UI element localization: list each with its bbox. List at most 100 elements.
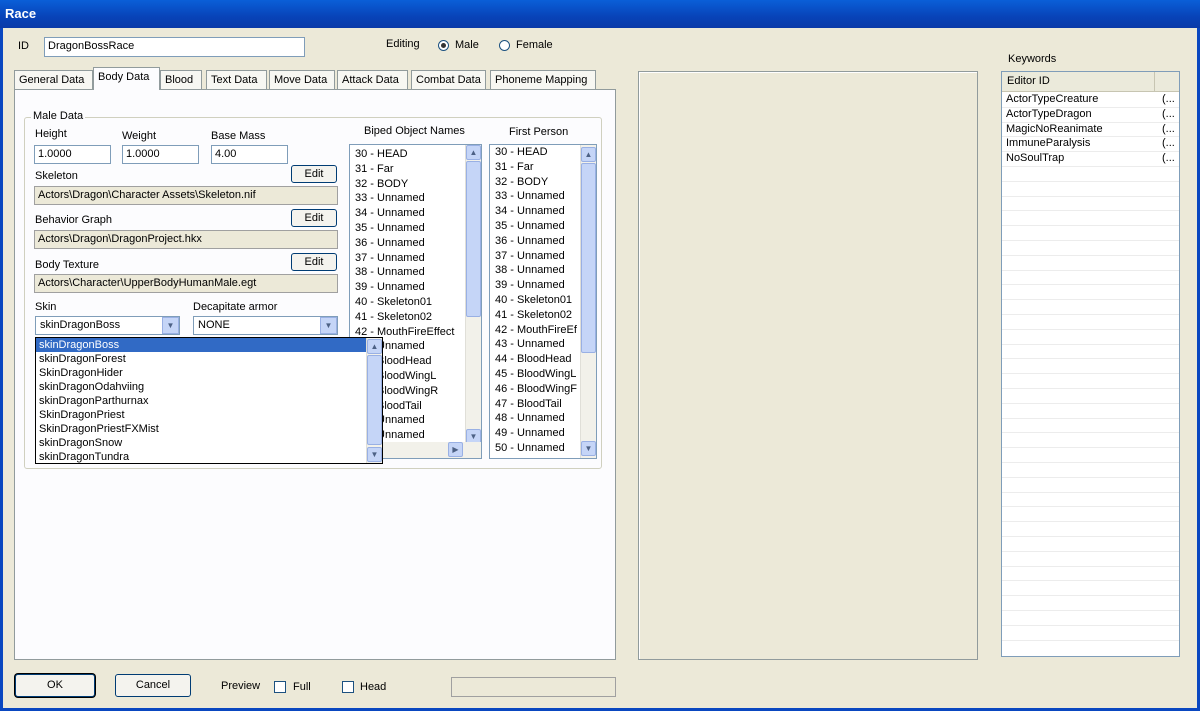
- keyword-row: [1002, 285, 1179, 301]
- keyword-row: [1002, 182, 1179, 197]
- skin-dropdown-vscroll[interactable]: ▲ ▼: [366, 338, 382, 463]
- window-frame-left: [0, 28, 3, 711]
- weight-label: Weight: [122, 130, 157, 142]
- keyword-row: [1002, 552, 1179, 567]
- scroll-down-icon[interactable]: ▼: [367, 447, 382, 462]
- full-checkbox-label: Full: [293, 681, 311, 693]
- skin-option[interactable]: skinDragonBoss: [36, 338, 382, 352]
- female-radio[interactable]: [499, 40, 510, 51]
- race-window: Race ID DragonBossRace Editing Male Fema…: [0, 0, 1200, 711]
- keyword-extra: (...: [1162, 137, 1175, 150]
- keyword-extra: (...: [1162, 122, 1175, 135]
- keyword-row: [1002, 167, 1179, 182]
- id-input[interactable]: DragonBossRace: [44, 37, 305, 57]
- tab-phoneme-mapping[interactable]: Phoneme Mapping: [490, 70, 596, 89]
- keyword-row[interactable]: ActorTypeCreature (...: [1002, 93, 1179, 108]
- skin-option[interactable]: skinDragonForest: [36, 352, 382, 366]
- scroll-thumb[interactable]: [466, 161, 481, 317]
- head-checkbox[interactable]: [342, 681, 354, 693]
- skin-option[interactable]: SkinDragonPriest: [36, 408, 382, 422]
- first-person-vscroll[interactable]: ▲ ▼: [580, 145, 596, 458]
- keywords-list[interactable]: Editor ID ActorTypeCreature (... ActorType…: [1001, 71, 1180, 657]
- scroll-up-icon[interactable]: ▲: [581, 147, 596, 162]
- biped-list-item[interactable]: 33 - Unnamed: [350, 191, 481, 206]
- keyword-row[interactable]: ActorTypeDragon (...: [1002, 108, 1179, 123]
- first-person-list[interactable]: 30 - HEAD 31 - Far 32 - BODY 33 - Unnamed 34…: [489, 144, 597, 459]
- full-checkbox[interactable]: [274, 681, 286, 693]
- scroll-thumb[interactable]: [581, 163, 596, 353]
- keyword-row: [1002, 478, 1179, 493]
- keyword-row[interactable]: MagicNoReanimate (...: [1002, 123, 1179, 138]
- male-radio[interactable]: [438, 40, 449, 51]
- biped-vscroll[interactable]: ▲ ▼: [465, 145, 481, 444]
- tab-blood[interactable]: Blood: [160, 70, 202, 89]
- biped-list-item[interactable]: 40 - Skeleton01: [350, 295, 481, 310]
- keyword-row: [1002, 522, 1179, 537]
- preview-panel: [638, 71, 978, 660]
- keyword-row: [1002, 581, 1179, 597]
- title-bar: Race: [0, 0, 1200, 28]
- scroll-down-icon[interactable]: ▼: [581, 441, 596, 456]
- tab-body-data[interactable]: Body Data: [93, 67, 160, 90]
- biped-list-item[interactable]: 31 - Far: [350, 162, 481, 177]
- height-label: Height: [35, 128, 67, 140]
- biped-list-item[interactable]: 34 - Unnamed: [350, 206, 481, 221]
- tab-text-data[interactable]: Text Data: [206, 70, 267, 89]
- status-field: [451, 677, 616, 697]
- tab-attack-data[interactable]: Attack Data: [337, 70, 408, 89]
- scroll-up-icon[interactable]: ▲: [367, 339, 382, 354]
- biped-list-item[interactable]: 35 - Unnamed: [350, 221, 481, 236]
- editing-label: Editing: [386, 38, 420, 50]
- base-mass-input[interactable]: 4.00: [211, 145, 288, 164]
- skin-option[interactable]: SkinDragonHider: [36, 366, 382, 380]
- tab-combat-data[interactable]: Combat Data: [411, 70, 486, 89]
- ok-button[interactable]: OK: [15, 674, 95, 697]
- tab-general-data[interactable]: General Data: [14, 70, 93, 89]
- keyword-row[interactable]: ImmuneParalysis (...: [1002, 137, 1179, 153]
- editor-id-column-header[interactable]: Editor ID: [1007, 75, 1050, 87]
- skin-dropdown-list[interactable]: skinDragonBoss skinDragonForest SkinDragon…: [35, 337, 383, 464]
- biped-list-item[interactable]: 37 - Unnamed: [350, 251, 481, 266]
- keyword-row: [1002, 433, 1179, 449]
- skin-option[interactable]: skinDragonOdahviing: [36, 380, 382, 394]
- weight-input[interactable]: 1.0000: [122, 145, 199, 164]
- height-input[interactable]: 1.0000: [34, 145, 111, 164]
- decapitate-armor-combo[interactable]: NONE ▼: [193, 316, 338, 335]
- biped-list-item[interactable]: 36 - Unnamed: [350, 236, 481, 251]
- scroll-right-icon[interactable]: ▶: [448, 442, 463, 457]
- skin-option[interactable]: skinDragonSnow: [36, 436, 382, 450]
- skin-option[interactable]: skinDragonParthurnax: [36, 394, 382, 408]
- skin-option[interactable]: SkinDragonPriestFXMist: [36, 422, 382, 436]
- keyword-row: [1002, 345, 1179, 360]
- keyword-row: [1002, 419, 1179, 434]
- keyword-row: [1002, 463, 1179, 478]
- keyword-row: [1002, 493, 1179, 508]
- biped-list-item[interactable]: 30 - HEAD: [350, 147, 481, 162]
- biped-list-item[interactable]: 32 - BODY: [350, 177, 481, 192]
- chevron-down-icon[interactable]: ▼: [162, 317, 179, 334]
- chevron-down-icon[interactable]: ▼: [320, 317, 337, 334]
- keyword-row: [1002, 315, 1179, 330]
- behavior-edit-button[interactable]: Edit: [291, 209, 337, 227]
- keyword-extra: (...: [1162, 107, 1175, 120]
- skin-combo[interactable]: skinDragonBoss ▼: [35, 316, 180, 335]
- first-person-label: First Person: [509, 126, 569, 138]
- keyword-row: [1002, 507, 1179, 523]
- column-divider: [1154, 72, 1155, 91]
- biped-list-item[interactable]: 38 - Unnamed: [350, 265, 481, 280]
- keywords-header: Editor ID: [1002, 72, 1179, 92]
- keyword-extra: (...: [1162, 93, 1175, 105]
- skeleton-edit-button[interactable]: Edit: [291, 165, 337, 183]
- cancel-button[interactable]: Cancel: [115, 674, 191, 697]
- biped-list-item[interactable]: 41 - Skeleton02: [350, 310, 481, 325]
- biped-list-item[interactable]: 39 - Unnamed: [350, 280, 481, 295]
- keyword-editor-id: ActorTypeCreature: [1006, 93, 1099, 105]
- tab-move-data[interactable]: Move Data: [269, 70, 335, 89]
- scroll-thumb[interactable]: [367, 355, 382, 445]
- keyword-row[interactable]: NoSoulTrap (...: [1002, 152, 1179, 167]
- behavior-path-field: Actors\Dragon\DragonProject.hkx: [34, 230, 338, 249]
- texture-edit-button[interactable]: Edit: [291, 253, 337, 271]
- scroll-up-icon[interactable]: ▲: [466, 145, 481, 160]
- skin-option[interactable]: skinDragonTundra: [36, 450, 382, 464]
- keyword-row: [1002, 241, 1179, 256]
